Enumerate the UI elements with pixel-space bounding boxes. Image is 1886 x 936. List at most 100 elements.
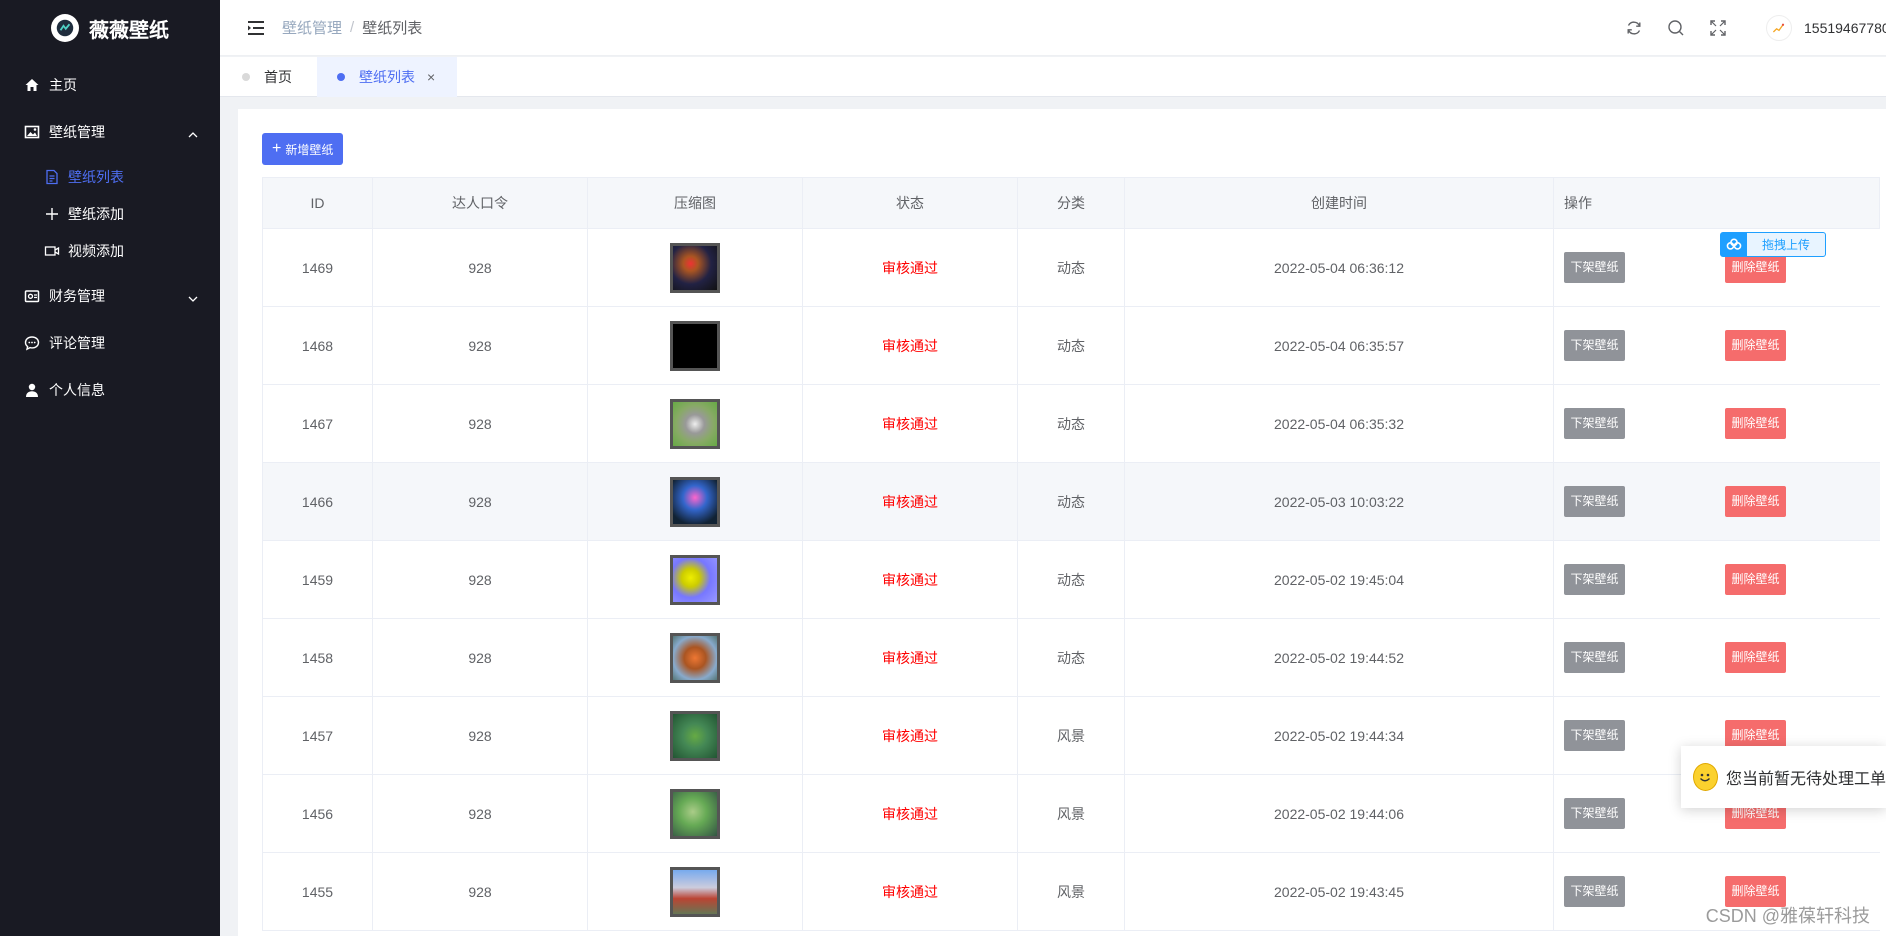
cell-created: 2022-05-02 19:43:45 <box>1124 852 1554 931</box>
chevron-down-icon <box>188 291 198 302</box>
cell-thumbnail <box>587 306 803 385</box>
thumbnail-image[interactable] <box>670 320 720 371</box>
breadcrumb-item[interactable]: 壁纸管理 <box>282 17 342 38</box>
cell-thumbnail <box>587 774 803 853</box>
cell-id: 1467 <box>262 384 373 463</box>
offline-wallpaper-button[interactable]: 下架壁纸 <box>1564 330 1625 361</box>
add-wallpaper-button[interactable]: + 新增壁纸 <box>262 133 344 165</box>
cell-code: 928 <box>372 462 588 541</box>
thumbnail-image[interactable] <box>670 476 720 527</box>
menu-toggle-icon[interactable] <box>244 16 268 40</box>
app-logo[interactable]: 薇薇壁纸 <box>0 0 220 56</box>
column-header-code[interactable]: 达人口令 <box>372 177 588 229</box>
document-icon <box>44 169 60 185</box>
close-icon[interactable]: × <box>427 69 435 85</box>
cell-id: 1459 <box>262 540 373 619</box>
thumbnail-image[interactable] <box>670 866 720 917</box>
delete-wallpaper-button[interactable]: 删除壁纸 <box>1725 408 1786 439</box>
search-icon[interactable] <box>1666 18 1686 38</box>
delete-wallpaper-button[interactable]: 删除壁纸 <box>1725 642 1786 673</box>
cell-thumbnail <box>587 540 803 619</box>
cell-id: 1468 <box>262 306 373 385</box>
offline-wallpaper-button[interactable]: 下架壁纸 <box>1564 408 1625 439</box>
column-header-status[interactable]: 状态 <box>802 177 1018 229</box>
sidebar-item-label: 主页 <box>49 77 77 93</box>
cell-code: 928 <box>372 306 588 385</box>
offline-wallpaper-button[interactable]: 下架壁纸 <box>1564 798 1625 829</box>
sidebar-item-label: 评论管理 <box>49 335 105 351</box>
drag-upload-widget[interactable]: 拖拽上传 <box>1720 232 1826 257</box>
refresh-icon[interactable] <box>1624 18 1644 38</box>
cell-category: 风景 <box>1017 774 1125 853</box>
cell-actions: 下架壁纸 删除壁纸 <box>1553 306 1880 385</box>
sidebar-item-profile[interactable]: 个人信息 <box>0 362 220 418</box>
plus-icon <box>44 206 60 222</box>
smiley-icon <box>1693 763 1718 791</box>
column-header-thumbnail[interactable]: 压缩图 <box>587 177 803 229</box>
thumbnail-image[interactable] <box>670 788 720 839</box>
submenu-item-video-add[interactable]: 视频添加 <box>0 228 220 273</box>
cell-id: 1469 <box>262 228 373 307</box>
table-header-row: ID 达人口令 压缩图 状态 分类 创建时间 操作 <box>262 177 1880 229</box>
submenu-item-label: 壁纸添加 <box>68 205 124 222</box>
column-header-actions[interactable]: 操作 <box>1553 177 1880 229</box>
thumbnail-image[interactable] <box>670 554 720 605</box>
cell-code: 928 <box>372 618 588 697</box>
cell-actions: 下架壁纸 删除壁纸 <box>1553 462 1880 541</box>
delete-wallpaper-button[interactable]: 删除壁纸 <box>1725 486 1786 517</box>
cell-actions: 下架壁纸 删除壁纸 <box>1553 228 1880 307</box>
cell-category: 动态 <box>1017 618 1125 697</box>
cell-created: 2022-05-02 19:45:04 <box>1124 540 1554 619</box>
content-card: + 新增壁纸 ID 达人口令 压缩图 状态 分类 创建时间 操作 1469 928… <box>238 109 1886 936</box>
delete-wallpaper-button[interactable]: 删除壁纸 <box>1725 330 1786 361</box>
cell-thumbnail <box>587 618 803 697</box>
offline-wallpaper-button[interactable]: 下架壁纸 <box>1564 876 1625 907</box>
cell-thumbnail <box>587 696 803 775</box>
cell-status: 审核通过 <box>802 696 1018 775</box>
user-icon <box>24 382 40 398</box>
offline-wallpaper-button[interactable]: 下架壁纸 <box>1564 486 1625 517</box>
column-header-created[interactable]: 创建时间 <box>1124 177 1554 229</box>
cell-category: 风景 <box>1017 852 1125 931</box>
sidebar-item-wallpaper[interactable]: 壁纸管理 <box>0 104 220 160</box>
cell-status: 审核通过 <box>802 306 1018 385</box>
thumbnail-image[interactable] <box>670 398 720 449</box>
breadcrumb: 壁纸管理 / 壁纸列表 <box>282 17 422 38</box>
drag-upload-label: 拖拽上传 <box>1761 238 1810 252</box>
tab-home[interactable]: 首页 <box>220 57 317 97</box>
cell-thumbnail <box>587 228 803 307</box>
tab-wallpaper-list[interactable]: 壁纸列表 × <box>317 57 458 97</box>
username[interactable]: 15519467780 <box>1804 20 1886 36</box>
column-header-id[interactable]: ID <box>262 177 373 229</box>
watermark: CSDN @雅葆轩科技 <box>1705 906 1870 926</box>
offline-wallpaper-button[interactable]: 下架壁纸 <box>1564 720 1625 751</box>
table-row: 1467 928 审核通过 动态 2022-05-04 06:35:32 下架壁纸 删除壁纸 <box>262 384 1880 463</box>
tab-dot <box>242 73 250 81</box>
thumbnail-image[interactable] <box>670 710 720 761</box>
thumbnail-image[interactable] <box>670 632 720 683</box>
cell-code: 928 <box>372 696 588 775</box>
offline-wallpaper-button[interactable]: 下架壁纸 <box>1564 564 1625 595</box>
cell-status: 审核通过 <box>802 852 1018 931</box>
thumbnail-image[interactable] <box>670 242 720 293</box>
fullscreen-icon[interactable] <box>1708 18 1728 38</box>
column-header-category[interactable]: 分类 <box>1017 177 1125 229</box>
offline-wallpaper-button[interactable]: 下架壁纸 <box>1564 642 1625 673</box>
logo-icon <box>51 14 79 42</box>
sidebar-item-label: 财务管理 <box>49 288 105 304</box>
cell-created: 2022-05-02 19:44:34 <box>1124 696 1554 775</box>
ticket-notice[interactable]: 您当前暂无待处理工单 <box>1681 746 1886 808</box>
breadcrumb-separator: / <box>350 19 355 36</box>
breadcrumb-current: 壁纸列表 <box>362 20 423 37</box>
avatar[interactable] <box>1766 15 1792 41</box>
delete-wallpaper-button[interactable]: 删除壁纸 <box>1725 564 1786 595</box>
table-row: 1469 928 审核通过 动态 2022-05-04 06:36:12 下架壁纸 删除壁纸 <box>262 228 1880 307</box>
offline-wallpaper-button[interactable]: 下架壁纸 <box>1564 252 1625 283</box>
cell-thumbnail <box>587 384 803 463</box>
cell-id: 1455 <box>262 852 373 931</box>
cell-status: 审核通过 <box>802 228 1018 307</box>
cell-actions: 下架壁纸 删除壁纸 <box>1553 384 1880 463</box>
tab-dot <box>337 73 345 81</box>
table-row: 1455 928 审核通过 风景 2022-05-02 19:43:45 下架壁纸 删除壁纸 <box>262 852 1880 931</box>
cloud-icon <box>1721 233 1747 256</box>
